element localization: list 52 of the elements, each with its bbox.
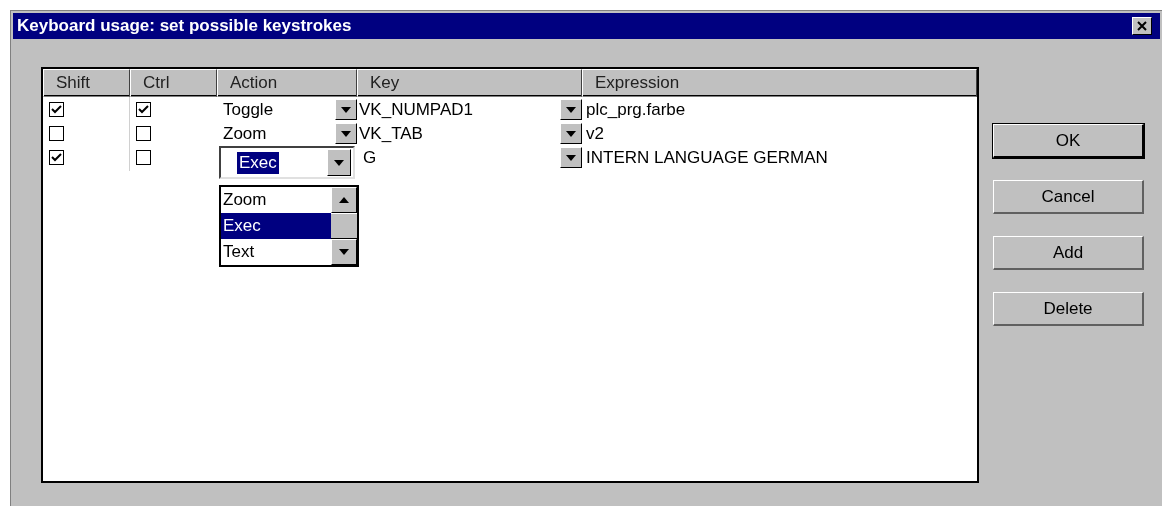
dropdown-option[interactable]: Zoom: [221, 187, 331, 213]
dropdown-button[interactable]: [335, 99, 357, 121]
dialog-button[interactable]: OK: [993, 124, 1144, 158]
table-cell-text: Zoom: [222, 123, 267, 145]
up-arrow-icon: [339, 197, 349, 203]
close-button[interactable]: [1132, 17, 1152, 35]
down-arrow-icon: [341, 130, 351, 137]
column-header[interactable]: Action: [217, 69, 357, 97]
checkbox[interactable]: [49, 150, 64, 166]
checkbox[interactable]: [49, 102, 64, 118]
dialog-button[interactable]: Cancel: [993, 180, 1144, 214]
scroll-up-button[interactable]: [331, 187, 357, 213]
selected-value: Exec: [237, 151, 279, 174]
table-cell-text: plc_prg.farbe: [585, 99, 686, 121]
checkbox[interactable]: [136, 126, 151, 142]
close-icon: [1137, 21, 1147, 31]
checkmark-icon: [51, 153, 62, 163]
down-arrow-icon: [339, 249, 349, 255]
table-cell-text: Toggle: [222, 99, 274, 121]
table-cell-text: G: [362, 147, 377, 169]
down-arrow-icon: [566, 130, 576, 137]
checkbox[interactable]: [136, 150, 151, 166]
down-arrow-icon: [334, 159, 344, 166]
dropdown-button[interactable]: [335, 123, 357, 145]
column-header[interactable]: Expression: [582, 69, 977, 97]
scroll-thumb[interactable]: [331, 213, 357, 239]
dropdown-button[interactable]: [560, 123, 582, 145]
dropdown-button[interactable]: [327, 149, 351, 176]
action-combo-box[interactable]: Exec: [219, 146, 355, 179]
down-arrow-icon: [341, 106, 351, 113]
table-cell-text: INTERN LANGUAGE GERMAN: [585, 147, 828, 169]
window-title: Keyboard usage: set possible keystrokes: [16, 15, 352, 38]
dropdown-button[interactable]: [560, 99, 582, 121]
checkmark-icon: [51, 105, 62, 115]
down-arrow-icon: [566, 154, 576, 161]
column-header[interactable]: Key: [357, 69, 582, 97]
column-header[interactable]: Ctrl: [130, 69, 217, 97]
scrollbar[interactable]: [331, 187, 357, 265]
table-cell-text: v2: [585, 123, 604, 145]
dialog-button[interactable]: Delete: [993, 292, 1144, 326]
dialog-button[interactable]: Add: [993, 236, 1144, 270]
dropdown-option[interactable]: Exec: [221, 213, 331, 239]
table-cell-text: VK_NUMPAD1: [358, 99, 473, 121]
column-header[interactable]: Shift: [43, 69, 130, 97]
down-arrow-icon: [566, 106, 576, 113]
dropdown-button[interactable]: [560, 147, 582, 169]
scroll-down-button[interactable]: [331, 239, 357, 265]
dropdown-option[interactable]: Text: [221, 239, 331, 265]
checkmark-icon: [138, 105, 149, 115]
checkbox[interactable]: [49, 126, 64, 142]
table-cell-text: VK_TAB: [358, 123, 423, 145]
checkbox[interactable]: [136, 102, 151, 118]
